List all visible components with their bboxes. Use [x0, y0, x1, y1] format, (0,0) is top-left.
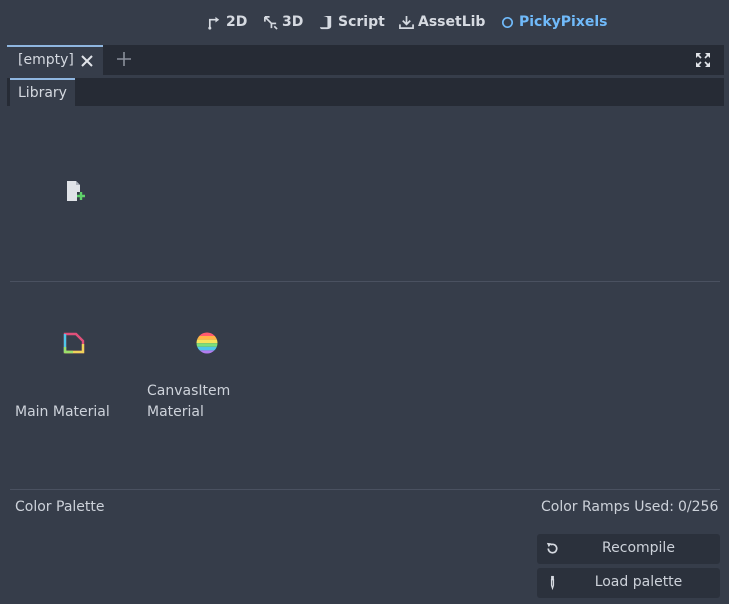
workspace-script-label: Script [338, 14, 385, 30]
new-material-button[interactable] [61, 177, 89, 205]
close-icon[interactable] [79, 53, 95, 69]
canvasitem-material-label: CanvasItem Material [147, 383, 231, 420]
tab-library-label: Library [18, 85, 67, 101]
workspace-3d-label: 3D [282, 14, 304, 30]
main-material-label: Main Material [15, 404, 110, 420]
3d-icon [264, 15, 278, 30]
color-ramps-used-value: 0/256 [678, 499, 719, 515]
workspace-2d-label: 2D [226, 14, 248, 30]
assetlib-icon [399, 15, 414, 29]
recompile-label: Recompile [602, 540, 675, 556]
workspace-bar: 2D 3D Script AssetLib PickyPixels [0, 0, 729, 44]
new-file-icon [67, 181, 85, 201]
tab-library[interactable]: Library [10, 78, 75, 106]
workspace-assetlib-button[interactable]: AssetLib [399, 11, 485, 33]
workspace-2d-button[interactable]: 2D [207, 11, 247, 33]
load-palette-label: Load palette [594, 574, 683, 590]
2d-icon [208, 16, 220, 30]
library-tab-bar: Library [7, 78, 724, 106]
palette-separator [10, 489, 720, 490]
load-palette-button[interactable]: Load palette [537, 568, 720, 598]
plugin-circle-icon [501, 16, 514, 28]
workspace-pickypixels-label: PickyPixels [519, 14, 608, 30]
material-icon [63, 332, 85, 354]
library-content: Main Material CanvasItem Material Color … [10, 106, 724, 604]
main-material-item[interactable]: Main Material [12, 324, 132, 424]
rainbow-sphere-icon [196, 332, 218, 354]
library-separator [10, 281, 720, 282]
script-icon [319, 15, 332, 29]
workspace-pickypixels-button[interactable]: PickyPixels [500, 11, 608, 33]
add-tab-icon[interactable] [116, 51, 132, 67]
scene-tab-bar: [empty] [7, 45, 724, 75]
canvasitem-material-item[interactable]: CanvasItem Material [144, 324, 244, 424]
color-palette-title: Color Palette [15, 499, 105, 515]
distraction-free-icon[interactable] [695, 52, 711, 68]
tab-empty-label: [empty] [18, 52, 74, 68]
recompile-button[interactable]: Recompile [537, 534, 720, 564]
tab-empty[interactable]: [empty] [7, 45, 103, 75]
pickypixels-panel: Library Main Material CanvasItem Materia… [7, 75, 724, 604]
color-ramps-used-label: Color Ramps Used: [541, 499, 675, 515]
workspace-assetlib-label: AssetLib [418, 14, 486, 30]
workspace-script-button[interactable]: Script [319, 11, 385, 33]
workspace-3d-button[interactable]: 3D [263, 11, 303, 33]
